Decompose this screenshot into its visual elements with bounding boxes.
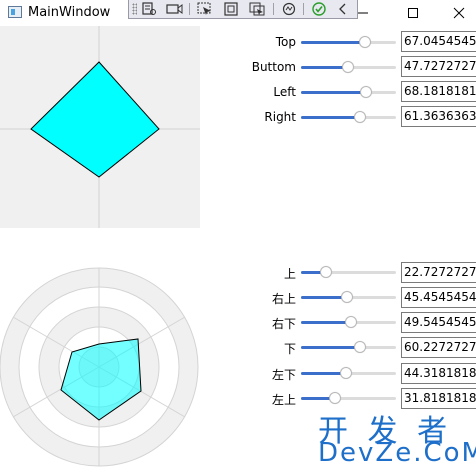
hot-reload-ok-icon[interactable] — [309, 1, 329, 17]
select-element-icon[interactable] — [195, 1, 215, 17]
radar-top-right-value-field[interactable]: 45.45454545 — [401, 287, 476, 308]
radar-bottom-right-slider[interactable] — [301, 312, 396, 332]
left-value-field[interactable]: 68.18181818 — [401, 81, 476, 102]
radar-top-left-label: 左上 — [271, 393, 296, 407]
window-title: MainWindow — [28, 5, 111, 20]
rect-shape-canvas — [0, 26, 200, 228]
maximize-button[interactable] — [390, 0, 436, 26]
app-icon — [8, 6, 22, 18]
left-label: Left — [273, 85, 296, 99]
toolbar-grip-icon[interactable] — [132, 3, 137, 15]
radar-bottom-label: 下 — [283, 342, 296, 356]
right-label: Right — [264, 110, 296, 124]
watermark-logo-en: DevZe.CoM — [318, 438, 476, 468]
radar-bottom-left-slider[interactable] — [301, 363, 396, 383]
toolbar-separator — [189, 3, 190, 15]
radar-bottom-left-label: 左下 — [271, 368, 296, 382]
radar-bottom-value-field[interactable]: 60.22727272 — [401, 337, 476, 358]
bottom-slider[interactable] — [301, 57, 396, 77]
track-focused-element-icon[interactable] — [247, 1, 267, 17]
top-slider[interactable] — [301, 32, 396, 52]
radar-top-slider[interactable] — [301, 262, 396, 282]
left-slider[interactable] — [301, 82, 396, 102]
top-value-field[interactable]: 67.04545454 — [401, 31, 476, 52]
close-button[interactable] — [436, 0, 476, 26]
record-icon[interactable] — [165, 1, 185, 17]
bottom-value-field[interactable]: 47.72727272 — [401, 56, 476, 77]
radar-canvas — [0, 267, 199, 467]
radar-top-left-slider[interactable] — [301, 388, 396, 408]
minimize-button[interactable] — [340, 0, 386, 26]
toolbar-separator — [273, 3, 274, 15]
radar-bottom-right-label: 右下 — [271, 317, 296, 331]
radar-bottom-left-value-field[interactable]: 44.31818181 — [401, 363, 476, 384]
xaml-debug-toolbar — [128, 0, 358, 19]
top-label: Top — [275, 35, 296, 49]
radar-bottom-slider[interactable] — [301, 337, 396, 357]
radar-top-right-slider[interactable] — [301, 287, 396, 307]
radar-top-right-label: 右上 — [271, 292, 296, 306]
display-layout-adorners-icon[interactable] — [221, 1, 241, 17]
bottom-label: Buttom — [251, 60, 296, 74]
title-bar: MainWindow — [0, 0, 476, 26]
binding-failures-icon[interactable] — [279, 1, 299, 17]
radar-bottom-right-value-field[interactable]: 49.54545454 — [401, 312, 476, 333]
radar-top-value-field[interactable]: 22.72727272 — [401, 262, 476, 283]
radar-top-label: 上 — [283, 267, 296, 281]
toolbar-separator — [303, 3, 304, 15]
go-to-live-visual-tree-icon[interactable] — [139, 1, 159, 17]
right-slider[interactable] — [301, 107, 396, 127]
right-value-field[interactable]: 61.36363636 — [401, 106, 476, 127]
